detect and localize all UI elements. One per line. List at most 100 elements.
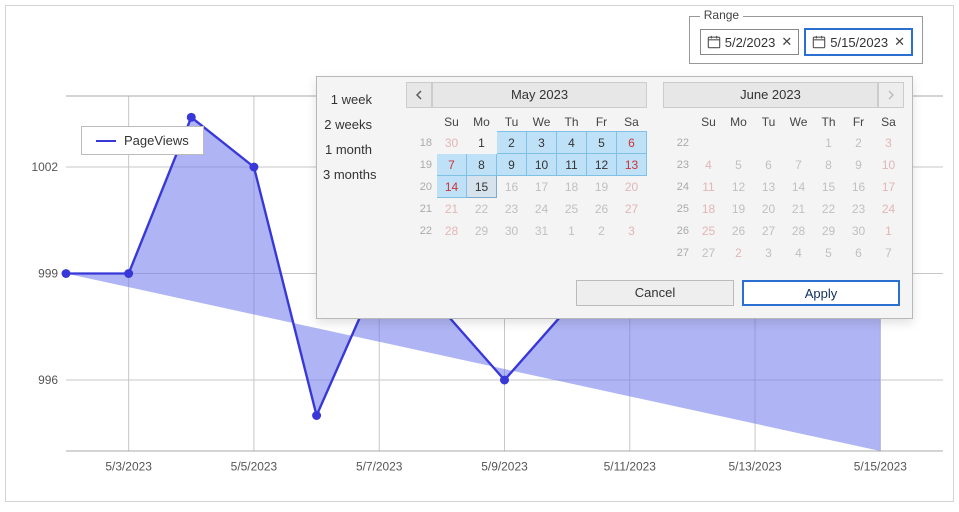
- next-month-button[interactable]: [878, 82, 904, 108]
- start-date-value: 5/2/2023: [725, 35, 776, 50]
- calendar-day[interactable]: 10: [874, 154, 904, 176]
- calendar-day[interactable]: 1: [557, 220, 587, 242]
- calendar-day[interactable]: 10: [527, 154, 557, 176]
- calendar-day[interactable]: 3: [754, 242, 784, 264]
- preset-item[interactable]: 1 week: [317, 87, 384, 112]
- calendar-day[interactable]: 1: [814, 132, 844, 154]
- preset-item[interactable]: 1 month: [317, 137, 384, 162]
- cancel-button[interactable]: Cancel: [576, 280, 734, 306]
- calendar-day[interactable]: 7: [874, 242, 904, 264]
- calendar-day[interactable]: 22: [467, 198, 497, 220]
- calendar-day[interactable]: 17: [527, 176, 557, 198]
- calendar-day[interactable]: 16: [497, 176, 527, 198]
- calendar-day[interactable]: 4: [557, 132, 587, 154]
- calendar-day[interactable]: 9: [497, 154, 527, 176]
- calendar-day[interactable]: 27: [694, 242, 724, 264]
- legend-series-label: PageViews: [124, 133, 189, 148]
- calendar-day[interactable]: 3: [617, 220, 647, 242]
- calendar-day[interactable]: 5: [724, 154, 754, 176]
- calendar-day[interactable]: 23: [844, 198, 874, 220]
- calendar-day[interactable]: 15: [814, 176, 844, 198]
- calendar-day[interactable]: 30: [844, 220, 874, 242]
- calendar-day[interactable]: 27: [754, 220, 784, 242]
- legend-swatch: [96, 140, 116, 142]
- calendar-day[interactable]: 4: [784, 242, 814, 264]
- calendar-day[interactable]: 31: [527, 220, 557, 242]
- calendar-day[interactable]: 7: [784, 154, 814, 176]
- calendar-day[interactable]: 25: [557, 198, 587, 220]
- calendar-day[interactable]: 15: [467, 176, 497, 198]
- end-date-field[interactable]: 5/15/2023 ✕: [805, 29, 912, 55]
- calendar-day[interactable]: 11: [557, 154, 587, 176]
- apply-button[interactable]: Apply: [742, 280, 900, 306]
- svg-text:5/11/2023: 5/11/2023: [604, 460, 657, 474]
- calendar-day[interactable]: 13: [617, 154, 647, 176]
- calendar-day[interactable]: 7: [437, 154, 467, 176]
- calendar-day[interactable]: 22: [814, 198, 844, 220]
- calendar-day[interactable]: 2: [844, 132, 874, 154]
- calendar-day[interactable]: 26: [587, 198, 617, 220]
- preset-item[interactable]: 3 months: [317, 162, 384, 187]
- calendar-day[interactable]: 30: [437, 132, 467, 154]
- calendar-day[interactable]: 23: [497, 198, 527, 220]
- calendar-day[interactable]: 28: [437, 220, 467, 242]
- calendar-day[interactable]: 14: [784, 176, 814, 198]
- calendar-day[interactable]: 6: [844, 242, 874, 264]
- calendar-day[interactable]: [694, 132, 724, 154]
- calendar-day[interactable]: 25: [694, 220, 724, 242]
- calendar-day[interactable]: 3: [527, 132, 557, 154]
- calendar-day[interactable]: 27: [617, 198, 647, 220]
- calendar-day[interactable]: 4: [694, 154, 724, 176]
- calendar-day[interactable]: 2: [497, 132, 527, 154]
- calendar-day[interactable]: 5: [814, 242, 844, 264]
- clear-start-icon[interactable]: ✕: [779, 34, 792, 50]
- calendar-icon: [707, 35, 721, 49]
- calendar-day[interactable]: 18: [557, 176, 587, 198]
- calendar-day[interactable]: [754, 132, 784, 154]
- calendar-day[interactable]: [784, 132, 814, 154]
- month-right-title[interactable]: June 2023: [663, 82, 878, 108]
- calendar-day[interactable]: 19: [724, 198, 754, 220]
- month-left-title[interactable]: May 2023: [432, 82, 647, 108]
- chart-legend: PageViews: [81, 126, 204, 155]
- clear-end-icon[interactable]: ✕: [892, 34, 905, 50]
- calendar-day[interactable]: 5: [587, 132, 617, 154]
- calendar-day[interactable]: 1: [467, 132, 497, 154]
- calendar-day[interactable]: 14: [437, 176, 467, 198]
- calendar-day[interactable]: 30: [497, 220, 527, 242]
- calendar-day[interactable]: 12: [587, 154, 617, 176]
- calendar-day[interactable]: 8: [467, 154, 497, 176]
- calendar-day[interactable]: 26: [724, 220, 754, 242]
- calendar-day[interactable]: 16: [844, 176, 874, 198]
- calendar-day[interactable]: 18: [694, 198, 724, 220]
- calendar-day[interactable]: 24: [874, 198, 904, 220]
- calendar-day[interactable]: 13: [754, 176, 784, 198]
- calendar-day[interactable]: 9: [844, 154, 874, 176]
- svg-text:5/5/2023: 5/5/2023: [231, 460, 278, 474]
- preset-item[interactable]: 2 weeks: [317, 112, 384, 137]
- calendar-day[interactable]: 6: [617, 132, 647, 154]
- calendar-day[interactable]: 12: [724, 176, 754, 198]
- calendar-day[interactable]: 3: [874, 132, 904, 154]
- month-right: June 2023 SuMoTuWeThFrSa2212323456789102…: [655, 77, 912, 272]
- calendar-day[interactable]: 17: [874, 176, 904, 198]
- calendar-day[interactable]: 24: [527, 198, 557, 220]
- calendar-day[interactable]: 2: [724, 242, 754, 264]
- calendar-day[interactable]: 20: [617, 176, 647, 198]
- calendar-day[interactable]: 29: [814, 220, 844, 242]
- calendar-day[interactable]: 11: [694, 176, 724, 198]
- calendar-day[interactable]: 6: [754, 154, 784, 176]
- month-left: May 2023 SuMoTuWeThFrSa18301234561978910…: [398, 77, 655, 272]
- calendar-day[interactable]: 28: [784, 220, 814, 242]
- calendar-day[interactable]: 8: [814, 154, 844, 176]
- calendar-day[interactable]: 21: [437, 198, 467, 220]
- prev-month-button[interactable]: [406, 82, 432, 108]
- calendar-day[interactable]: 21: [784, 198, 814, 220]
- calendar-day[interactable]: 19: [587, 176, 617, 198]
- calendar-day[interactable]: 29: [467, 220, 497, 242]
- calendar-day[interactable]: [724, 132, 754, 154]
- calendar-day[interactable]: 20: [754, 198, 784, 220]
- calendar-day[interactable]: 1: [874, 220, 904, 242]
- calendar-day[interactable]: 2: [587, 220, 617, 242]
- start-date-field[interactable]: 5/2/2023 ✕: [700, 29, 800, 55]
